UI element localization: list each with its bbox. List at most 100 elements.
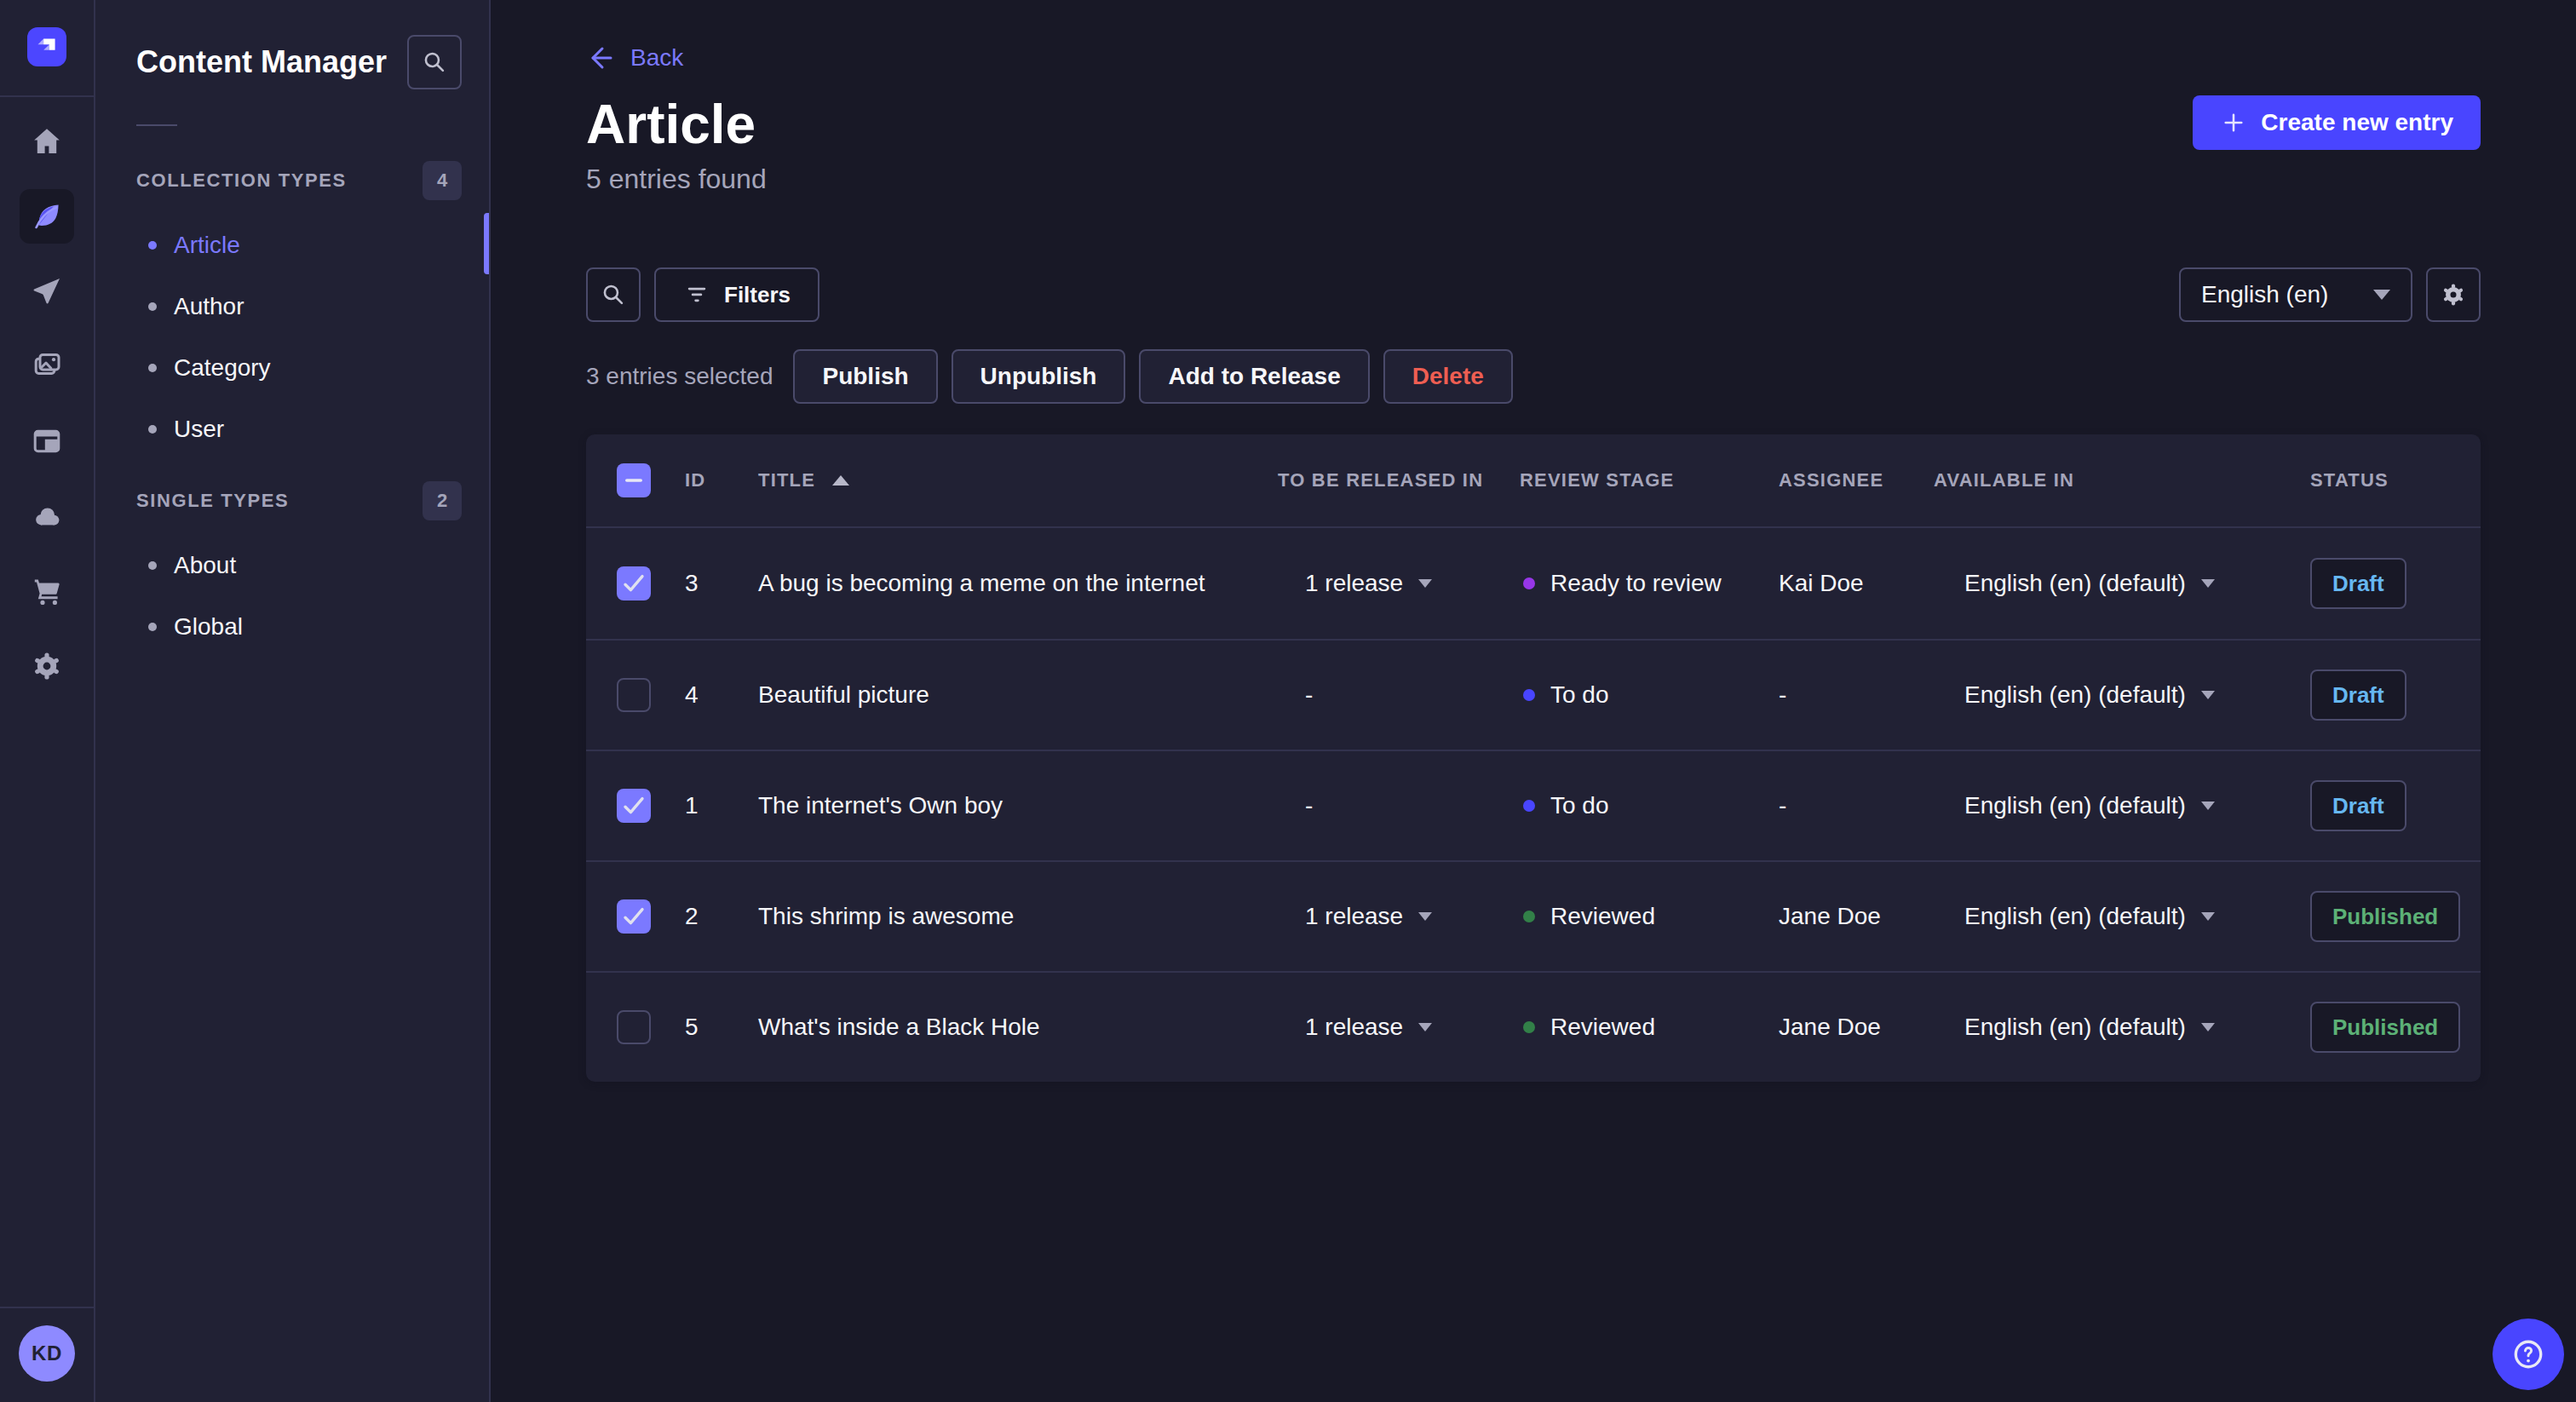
cell-available-in[interactable]: English (en) (default)	[1934, 1014, 2310, 1041]
status-badge: Draft	[2310, 558, 2406, 609]
table-row: 1The internet's Own boy-To do-English (e…	[586, 750, 2481, 860]
sidebar-item-label: Article	[174, 232, 240, 259]
cell-release[interactable]: 1 release	[1278, 903, 1520, 930]
sidebar-item-article[interactable]: Article	[95, 215, 489, 276]
rail-bottom-divider	[0, 1307, 95, 1308]
unpublish-button[interactable]: Unpublish	[952, 349, 1126, 404]
sidebar-item-label: Author	[174, 293, 244, 320]
cell-assignee: Jane Doe	[1779, 1014, 1934, 1041]
locale-label: English (en) (default)	[1964, 1014, 2186, 1041]
bullet-icon	[148, 561, 157, 570]
cell-available-in[interactable]: English (en) (default)	[1934, 681, 2310, 709]
release-label: 1 release	[1305, 903, 1403, 930]
cell-review-stage: To do	[1520, 681, 1779, 709]
delete-button[interactable]: Delete	[1383, 349, 1513, 404]
strapi-logo[interactable]	[27, 27, 66, 66]
column-header-release[interactable]: TO BE RELEASED IN	[1278, 469, 1520, 491]
cell-status: Published	[2310, 1002, 2481, 1053]
bullet-icon	[148, 302, 157, 311]
help-button[interactable]	[2493, 1319, 2564, 1390]
locale-select-value: English (en)	[2201, 281, 2328, 308]
add-to-release-button[interactable]: Add to Release	[1139, 349, 1369, 404]
row-checkbox[interactable]	[617, 1010, 651, 1044]
releases-icon[interactable]	[20, 264, 74, 319]
stage-label: Reviewed	[1550, 903, 1655, 930]
home-icon[interactable]	[20, 114, 74, 169]
cell-title: The internet's Own boy	[758, 792, 1278, 819]
search-button[interactable]	[407, 35, 462, 89]
row-checkbox[interactable]	[617, 789, 651, 823]
filters-button[interactable]: Filters	[654, 267, 819, 322]
table-row: 4Beautiful picture-To do-English (en) (d…	[586, 639, 2481, 750]
collection-types-section: COLLECTION TYPES 4 Article Author Catego…	[95, 160, 489, 460]
sidebar-item-label: About	[174, 552, 236, 579]
panel-divider	[136, 124, 177, 126]
stage-label: To do	[1550, 681, 1609, 709]
cell-release[interactable]: 1 release	[1278, 570, 1520, 597]
plus-icon	[2220, 109, 2247, 136]
column-header-assignee[interactable]: ASSIGNEE	[1779, 469, 1934, 491]
cell-available-in[interactable]: English (en) (default)	[1934, 570, 2310, 597]
filter-icon	[683, 281, 710, 308]
cell-assignee: Jane Doe	[1779, 903, 1934, 930]
column-header-title[interactable]: TITLE	[758, 469, 1278, 491]
cell-title: This shrimp is awesome	[758, 903, 1278, 930]
row-checkbox[interactable]	[617, 566, 651, 600]
avatar[interactable]: KD	[19, 1325, 75, 1382]
sidebar-item-label: User	[174, 416, 224, 443]
filters-label: Filters	[724, 282, 791, 308]
locale-label: English (en) (default)	[1964, 903, 2186, 930]
content-manager-icon[interactable]	[20, 189, 74, 244]
list-settings-button[interactable]	[2426, 267, 2481, 322]
marketplace-icon[interactable]	[20, 564, 74, 618]
cell-id: 1	[685, 792, 758, 819]
cell-release[interactable]: 1 release	[1278, 1014, 1520, 1041]
section-label: COLLECTION TYPES	[136, 170, 347, 192]
chevron-down-icon	[2201, 1023, 2215, 1031]
column-header-id[interactable]: ID	[685, 469, 758, 491]
status-badge: Published	[2310, 891, 2460, 942]
sidebar-item-global[interactable]: Global	[95, 596, 489, 658]
search-entries-button[interactable]	[586, 267, 641, 322]
sidebar-item-about[interactable]: About	[95, 535, 489, 596]
cell-available-in[interactable]: English (en) (default)	[1934, 903, 2310, 930]
column-header-status[interactable]: STATUS	[2310, 469, 2481, 491]
strapi-logo-glyph	[27, 27, 66, 66]
table-row: 3A bug is becoming a meme on the interne…	[586, 528, 2481, 639]
create-new-entry-button[interactable]: Create new entry	[2193, 95, 2481, 150]
row-checkbox[interactable]	[617, 678, 651, 712]
sidebar-item-label: Category	[174, 354, 271, 382]
settings-icon[interactable]	[20, 639, 74, 693]
sidebar-item-category[interactable]: Category	[95, 337, 489, 399]
row-checkbox[interactable]	[617, 899, 651, 934]
cell-assignee: -	[1779, 792, 1934, 819]
column-header-review-stage[interactable]: REVIEW STAGE	[1520, 469, 1779, 491]
sidebar-item-author[interactable]: Author	[95, 276, 489, 337]
locale-select[interactable]: English (en)	[2179, 267, 2412, 322]
add-to-release-label: Add to Release	[1168, 363, 1340, 390]
cell-review-stage: Reviewed	[1520, 1014, 1779, 1041]
sidebar-item-user[interactable]: User	[95, 399, 489, 460]
publish-button[interactable]: Publish	[793, 349, 937, 404]
question-icon	[2510, 1336, 2546, 1372]
content-type-builder-icon[interactable]	[20, 414, 74, 468]
chevron-down-icon	[1418, 579, 1432, 588]
media-library-icon[interactable]	[20, 339, 74, 394]
delete-label: Delete	[1412, 363, 1484, 390]
cell-title: A bug is becoming a meme on the internet	[758, 570, 1278, 597]
section-badge: 2	[423, 481, 462, 520]
cloud-icon[interactable]	[20, 489, 74, 543]
chevron-down-icon	[2201, 691, 2215, 699]
stage-label: Ready to review	[1550, 570, 1722, 597]
stage-dot	[1523, 577, 1535, 589]
cell-available-in[interactable]: English (en) (default)	[1934, 792, 2310, 819]
select-all-checkbox[interactable]	[617, 463, 651, 497]
column-header-available-in[interactable]: AVAILABLE IN	[1934, 469, 2310, 491]
cell-release: -	[1278, 681, 1520, 709]
entries-table: ID TITLE TO BE RELEASED IN REVIEW STAGE …	[586, 434, 2481, 1082]
rail-nav	[9, 104, 84, 704]
toolbar: Filters English (en)	[586, 267, 2481, 322]
entries-count: 5 entries found	[586, 158, 767, 199]
back-link[interactable]: Back	[586, 43, 683, 73]
cell-id: 4	[685, 681, 758, 709]
